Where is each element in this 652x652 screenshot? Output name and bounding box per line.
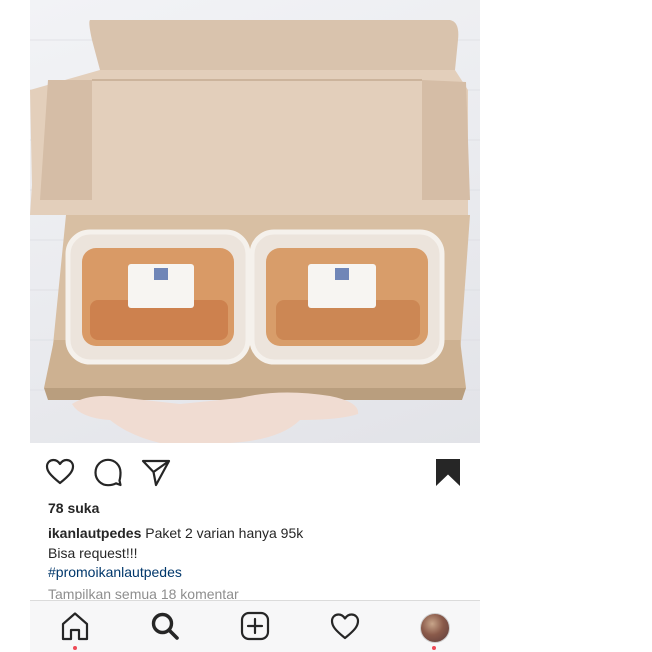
caption-line-2: Bisa request!!! (48, 544, 138, 561)
likes-count[interactable]: 78 suka (48, 500, 99, 516)
comment-icon (94, 458, 122, 487)
caption-username[interactable]: ikanlautpedes (48, 525, 141, 541)
home-notification-dot (73, 646, 77, 650)
bottom-navigation-bar (30, 600, 480, 652)
save-button[interactable] (432, 456, 464, 488)
nav-new-post-button[interactable] (238, 609, 272, 643)
paper-plane-icon (141, 459, 171, 487)
search-icon (151, 612, 179, 640)
home-icon (61, 612, 89, 641)
share-button[interactable] (140, 456, 172, 488)
profile-notification-dot (432, 646, 436, 650)
comment-button[interactable] (92, 456, 124, 488)
nav-search-button[interactable] (148, 609, 182, 643)
bookmark-filled-icon (436, 459, 460, 486)
post-image-illustration (30, 20, 480, 443)
nav-profile-avatar[interactable] (420, 613, 450, 643)
post-action-bar (30, 452, 480, 492)
heart-outline-icon (45, 458, 75, 485)
heart-icon (330, 613, 360, 640)
caption-hashtag[interactable]: #promoikanlautpedes (48, 563, 468, 583)
plus-square-icon (240, 611, 270, 641)
like-button[interactable] (44, 456, 76, 488)
nav-home-button[interactable] (58, 609, 92, 643)
caption-text: Paket 2 varian hanya 95k (145, 525, 304, 541)
post-image[interactable] (30, 0, 480, 443)
instagram-post-screen: 78 suka ikanlautpedes Paket 2 varian han… (30, 0, 480, 652)
post-caption: ikanlautpedes Paket 2 varian hanya 95k B… (48, 524, 468, 583)
nav-activity-button[interactable] (328, 609, 362, 643)
